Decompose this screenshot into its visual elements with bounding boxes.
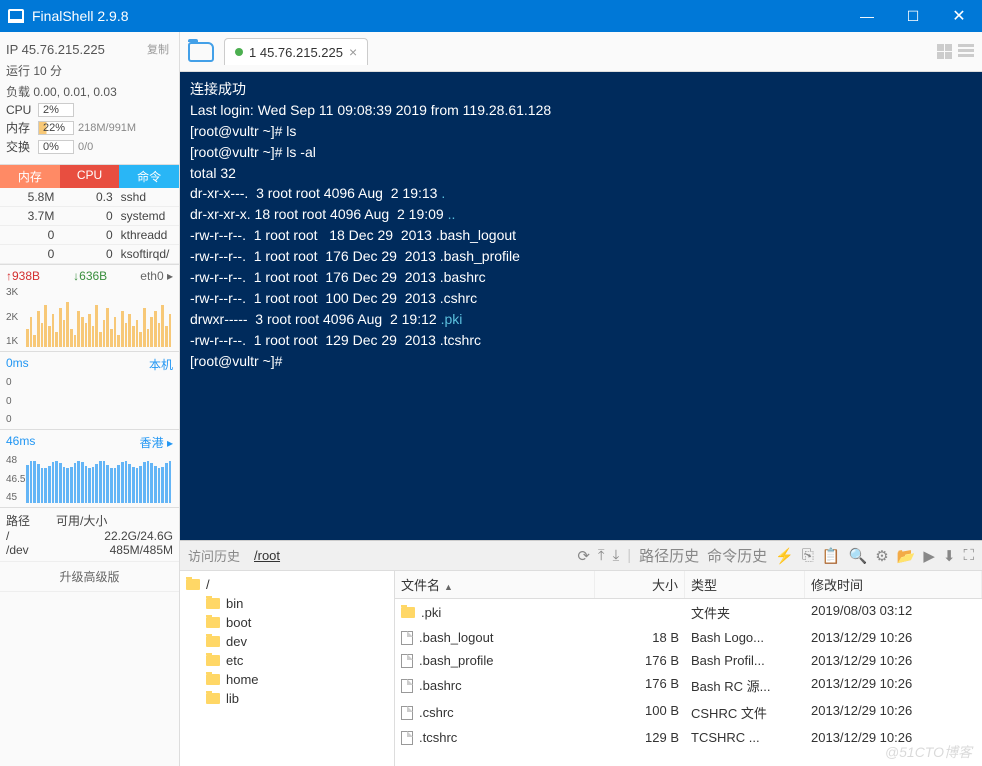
gear-icon[interactable]: ⚙ bbox=[875, 547, 888, 565]
file-row[interactable]: .cshrc100 BCSHRC 文件2013/12/29 10:26 bbox=[395, 699, 982, 726]
fullscreen-icon[interactable]: ⛶ bbox=[963, 547, 974, 564]
path-header: 路径 bbox=[6, 512, 56, 529]
lat1-loc[interactable]: 本机 bbox=[149, 356, 173, 373]
tree-item[interactable]: boot bbox=[180, 613, 394, 632]
watermark: @51CTO博客 bbox=[885, 742, 972, 762]
tab-close-icon[interactable]: × bbox=[349, 44, 357, 60]
proc-header-mem[interactable]: 内存 bbox=[0, 165, 60, 188]
crumb-path[interactable]: /root bbox=[254, 548, 280, 563]
paste-icon[interactable]: 📋 bbox=[822, 547, 841, 565]
file-row[interactable]: .pki文件夹2019/08/03 03:12 bbox=[395, 599, 982, 626]
tab-label: 1 45.76.215.225 bbox=[249, 45, 343, 60]
swap-detail: 0/0 bbox=[78, 141, 93, 153]
tree-item[interactable]: dev bbox=[180, 632, 394, 651]
folder-icon[interactable] bbox=[188, 42, 214, 62]
bottom-toolbar: 访问历史 /root ⟳ ⤒ ⤓ | 路径历史 命令历史 ⚡ ⎘ 📋 🔍 ⚙ 📂 bbox=[180, 541, 982, 571]
ip-label: IP 45.76.215.225 bbox=[6, 42, 105, 57]
mem-detail: 218M/991M bbox=[78, 122, 136, 134]
copy-ip-button[interactable]: 复制 bbox=[143, 40, 173, 58]
disk-block: 路径 可用/大小 /22.2G/24.6G/dev485M/485M bbox=[0, 507, 179, 561]
net-y2: 1K bbox=[6, 336, 24, 347]
net-up: ↑938B bbox=[6, 269, 40, 283]
col-name[interactable]: 文件名▲ bbox=[395, 571, 595, 598]
proc-row[interactable]: 00kthreadd bbox=[0, 226, 179, 245]
titlebar: FinalShell 2.9.8 — ☐ ✕ bbox=[0, 0, 982, 32]
bolt-icon[interactable]: ⚡ bbox=[775, 547, 794, 565]
grid-view-icon[interactable] bbox=[937, 44, 952, 59]
swap-label: 交换 bbox=[6, 138, 34, 155]
size-header: 可用/大小 bbox=[56, 512, 107, 529]
cpu-label: CPU bbox=[6, 103, 34, 117]
network-block: ↑938B ↓636B eth0 ▸ 3K 2K 1K bbox=[0, 264, 179, 351]
close-button[interactable]: ✕ bbox=[936, 0, 982, 32]
col-size[interactable]: 大小 bbox=[595, 571, 685, 598]
proc-row[interactable]: 5.8M0.3sshd bbox=[0, 188, 179, 207]
crumb-history[interactable]: 访问历史 bbox=[188, 546, 240, 565]
window-controls: — ☐ ✕ bbox=[844, 0, 982, 32]
disk-row: /22.2G/24.6G bbox=[6, 529, 173, 543]
uptime-label: 运行 10 分 bbox=[6, 60, 173, 81]
search-icon[interactable]: 🔍 bbox=[849, 547, 868, 565]
upload-icon[interactable]: ⤒ bbox=[598, 547, 605, 564]
file-list: 文件名▲ 大小 类型 修改时间 .pki文件夹2019/08/03 03:12.… bbox=[395, 571, 982, 766]
open-folder-icon[interactable]: 📂 bbox=[897, 547, 916, 565]
net-iface[interactable]: eth0 ▸ bbox=[140, 269, 173, 283]
lat1-ms: 0ms bbox=[6, 356, 29, 373]
tab-bar: 1 45.76.215.225 × bbox=[180, 32, 982, 72]
tree-item[interactable]: bin bbox=[180, 594, 394, 613]
net-down: ↓636B bbox=[73, 269, 107, 283]
proc-row[interactable]: 3.7M0systemd bbox=[0, 207, 179, 226]
swap-percent: 0% bbox=[38, 140, 74, 154]
session-tab[interactable]: 1 45.76.215.225 × bbox=[224, 38, 368, 65]
play-icon[interactable]: ▶ bbox=[923, 547, 935, 565]
net-chart bbox=[26, 287, 171, 347]
file-row[interactable]: .bashrc176 BBash RC 源...2013/12/29 10:26 bbox=[395, 672, 982, 699]
window-title: FinalShell 2.9.8 bbox=[32, 8, 129, 24]
process-table: 内存 CPU 命令 5.8M0.3sshd3.7M0systemd00kthre… bbox=[0, 164, 179, 264]
crumb-cmdhist[interactable]: 命令历史 bbox=[707, 545, 767, 566]
proc-row[interactable]: 00ksoftirqd/ bbox=[0, 245, 179, 264]
lat-chart bbox=[26, 455, 171, 503]
cpu-percent: 2% bbox=[38, 103, 74, 117]
net-y0: 3K bbox=[6, 287, 24, 298]
proc-header-cpu[interactable]: CPU bbox=[60, 165, 120, 188]
status-dot-icon bbox=[235, 48, 243, 56]
file-row[interactable]: .bash_logout18 BBash Logo...2013/12/29 1… bbox=[395, 626, 982, 649]
net-y1: 2K bbox=[6, 312, 24, 323]
minimize-button[interactable]: — bbox=[844, 0, 890, 32]
lat2-loc[interactable]: 香港 ▸ bbox=[140, 434, 173, 451]
load-label: 负载 0.00, 0.01, 0.03 bbox=[6, 81, 173, 102]
tree-item[interactable]: home bbox=[180, 670, 394, 689]
terminal[interactable]: 连接成功 Last login: Wed Sep 11 09:08:39 201… bbox=[180, 72, 982, 540]
bottom-panel: 访问历史 /root ⟳ ⤒ ⤓ | 路径历史 命令历史 ⚡ ⎘ 📋 🔍 ⚙ 📂 bbox=[180, 540, 982, 766]
download-icon[interactable]: ⤓ bbox=[613, 547, 620, 564]
file-row[interactable]: .bash_profile176 BBash Profil...2013/12/… bbox=[395, 649, 982, 672]
mem-percent: 22% bbox=[38, 121, 74, 135]
copy-icon[interactable]: ⎘ bbox=[802, 547, 814, 564]
lat2-ms: 46ms bbox=[6, 434, 35, 451]
menu-icon[interactable] bbox=[958, 44, 974, 59]
app-icon bbox=[8, 9, 24, 23]
tree-item[interactable]: lib bbox=[180, 689, 394, 708]
upgrade-link[interactable]: 升级高级版 bbox=[0, 561, 179, 592]
proc-header-cmd[interactable]: 命令 bbox=[119, 165, 179, 188]
disk-row: /dev485M/485M bbox=[6, 543, 173, 557]
mem-label: 内存 bbox=[6, 119, 34, 136]
latency-local: 0ms 本机 0 0 0 bbox=[0, 351, 179, 429]
folder-icon bbox=[186, 579, 200, 590]
col-mtime[interactable]: 修改时间 bbox=[805, 571, 982, 598]
tree-root[interactable]: / bbox=[206, 577, 210, 592]
refresh-icon[interactable]: ⟳ bbox=[577, 547, 590, 565]
sidebar: IP 45.76.215.225 复制 运行 10 分 负载 0.00, 0.0… bbox=[0, 32, 180, 766]
maximize-button[interactable]: ☐ bbox=[890, 0, 936, 32]
crumb-pathhist[interactable]: 路径历史 bbox=[639, 545, 699, 566]
dir-tree[interactable]: / binbootdevetchomelib bbox=[180, 571, 395, 766]
col-type[interactable]: 类型 bbox=[685, 571, 805, 598]
tree-item[interactable]: etc bbox=[180, 651, 394, 670]
download2-icon[interactable]: ⬇ bbox=[943, 547, 956, 565]
latency-remote: 46ms 香港 ▸ 48 46.5 45 bbox=[0, 429, 179, 507]
